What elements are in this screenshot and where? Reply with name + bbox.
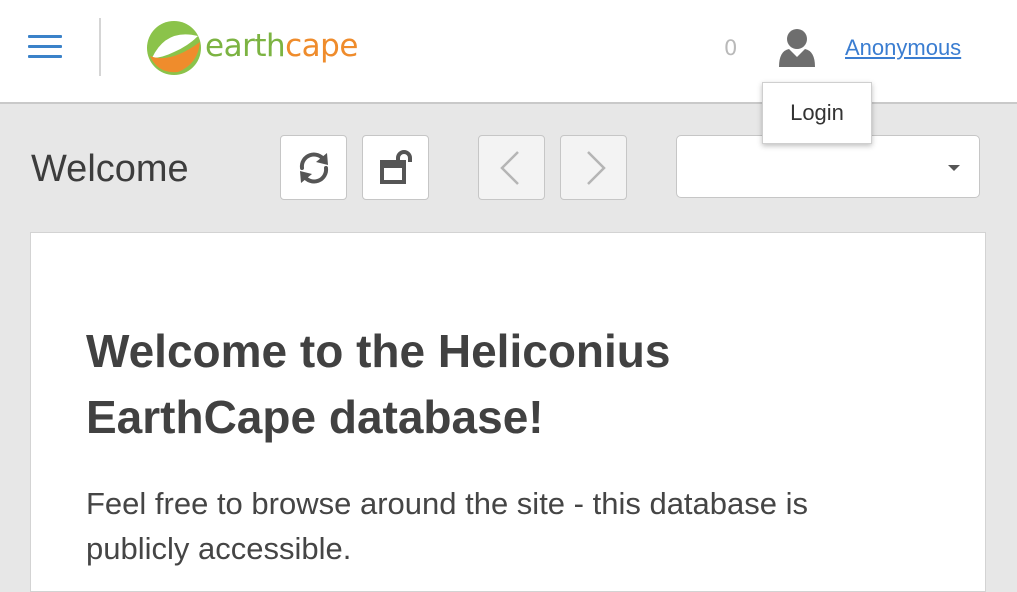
hamburger-icon[interactable] — [28, 33, 64, 61]
hamburger-bar — [28, 35, 62, 38]
header-divider — [99, 18, 101, 76]
login-menu-item[interactable]: Login — [762, 82, 872, 144]
welcome-heading: Welcome to the Heliconius EarthCape data… — [86, 325, 671, 443]
open-new-window-icon — [379, 149, 412, 184]
welcome-paragraph: Feel free to browse around the site - th… — [86, 486, 809, 566]
logo-text: earthcape — [205, 28, 358, 64]
previous-button[interactable] — [478, 135, 545, 200]
hamburger-bar — [28, 55, 62, 58]
next-button[interactable] — [560, 135, 627, 200]
page-title: Welcome — [31, 148, 189, 190]
content-panel: Welcome to the Heliconius EarthCape data… — [30, 232, 986, 592]
refresh-icon — [299, 152, 328, 183]
earthcape-logo[interactable]: earthcape — [144, 16, 358, 80]
user-name-link[interactable]: Anonymous — [845, 35, 961, 61]
chevron-right-icon — [586, 150, 606, 185]
leaf-globe-icon — [147, 21, 201, 75]
open-window-button[interactable] — [362, 135, 429, 200]
notification-counter[interactable]: 0 — [724, 36, 737, 60]
logo-text-cape: cape — [285, 28, 358, 64]
refresh-button[interactable] — [280, 135, 347, 200]
user-icon[interactable] — [777, 27, 817, 69]
logo-text-earth: earth — [205, 28, 286, 64]
hamburger-bar — [28, 45, 62, 48]
view-select[interactable] — [676, 135, 980, 198]
caret-down-icon — [948, 165, 960, 171]
chevron-left-icon — [499, 150, 519, 185]
